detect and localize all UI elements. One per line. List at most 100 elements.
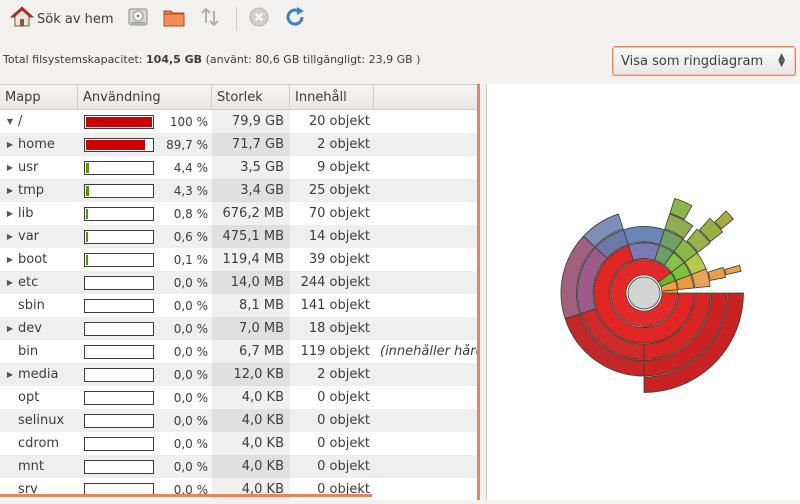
folder-name: usr [18,160,39,175]
ring-segment[interactable] [707,266,726,281]
folder-cell: ▶ var [0,229,78,244]
table-row[interactable]: ▶ usr 4,4 % 3,5 GB 9 objekt [0,156,480,179]
capacity-details: (använt: 80,6 GB tillgängligt: 23,9 GB ) [205,53,421,66]
table-row[interactable]: ▶ lib 0,8 % 676,2 MB 70 objekt [0,202,480,225]
size-cell: 3,4 GB [212,179,290,202]
usage-percent: 100 % [169,114,208,129]
content-cell: 244 objekt [300,275,370,290]
expander-closed-icon[interactable]: ▶ [2,324,18,333]
pane-splitter[interactable] [477,84,480,500]
usage-bar [84,206,154,221]
folder-name: media [18,367,59,382]
content-cell: 0 objekt [317,459,370,474]
usage-percent: 0,0 % [173,459,208,474]
folder-name: dev [18,321,42,336]
table-row[interactable]: ▶ etc 0,0 % 14,0 MB 244 objekt [0,271,480,294]
expander-closed-icon[interactable]: ▶ [2,278,18,287]
ring-segment[interactable] [628,242,660,261]
usage-cell: 0,0 % [78,367,212,382]
content-cell: 39 objekt [308,252,370,267]
size-cell: 4,0 KB [212,409,290,432]
filesystem-info: Total filsystemskapacitet: 104,5 GB (anv… [3,53,420,66]
usage-percent: 0,6 % [173,229,208,244]
size-cell: 676,2 MB [212,202,290,225]
harddisk-icon [126,5,150,33]
table-row[interactable]: ▶ dev 0,0 % 7,0 MB 18 objekt [0,317,480,340]
scan-folder-button[interactable] [158,4,190,34]
expander-closed-icon[interactable]: ▶ [2,186,18,195]
view-selector[interactable]: Visa som ringdiagram ▲ ▼ [612,46,796,76]
folder-cell: ▶ home [0,137,78,152]
usage-percent: 0,0 % [173,367,208,382]
usage-bar [84,137,154,152]
table-row[interactable]: ▼/ 100 % 79,9 GB 20 objekt [0,110,480,133]
usage-bar-fill [86,162,89,173]
content-cell: 2 objekt [317,367,370,382]
content-cell: 119 objekt [300,344,370,359]
content-cell: 9 objekt [317,160,370,175]
usage-percent: 0,0 % [173,344,208,359]
column-header-usage[interactable]: Användning [78,85,212,109]
column-header-folder[interactable]: Mapp [0,85,78,109]
usage-bar-fill [86,185,89,196]
folder-cell: ▶ tmp [0,183,78,198]
usage-bar [84,459,154,474]
content-cell: 25 objekt [308,183,370,198]
scan-remote-button[interactable] [194,4,226,34]
scan-home-label: Sök av hem [37,11,114,27]
expander-closed-icon[interactable]: ▶ [2,255,18,264]
table-row[interactable]: sbin 0,0 % 8,1 MB 141 objekt [0,294,480,317]
content-cell: 0 objekt [317,390,370,405]
content-cell: 141 objekt [300,298,370,313]
table-row[interactable]: ▶ boot 0,1 % 119,4 MB 39 objekt [0,248,480,271]
size-cell: 4,0 KB [212,386,290,409]
stop-button[interactable] [243,4,275,34]
expander-closed-icon[interactable]: ▶ [2,370,18,379]
usage-cell: 0,0 % [78,413,212,428]
usage-percent: 0,0 % [173,436,208,451]
capacity-value: 104,5 GB [146,53,203,66]
usage-percent: 0,0 % [173,321,208,336]
usage-bar [84,229,154,244]
transfer-icon [198,5,222,33]
ring-chart[interactable] [487,84,800,500]
ring-center[interactable] [627,276,661,310]
folder-cell: cdrom [0,436,78,451]
ring-segment[interactable] [622,226,666,245]
usage-percent: 0,0 % [173,413,208,428]
table-row[interactable]: mnt 0,0 % 4,0 KB 0 objekt [0,455,480,478]
table-row[interactable]: bin 0,0 % 6,7 MB 119 objekt (innehåller hård [0,340,480,363]
size-cell: 119,4 MB [212,248,290,271]
expander-closed-icon[interactable]: ▶ [2,209,18,218]
scan-filesystem-button[interactable] [122,4,154,34]
folder-cell: ▼ / [0,114,78,129]
table-row[interactable]: ▶ var 0,6 % 475,1 MB 14 objekt [0,225,480,248]
usage-cell: 0,6 % [78,229,212,244]
column-header-content[interactable]: Innehåll [290,85,374,109]
usage-percent: 4,4 % [173,160,208,175]
table-row[interactable]: cdrom 0,0 % 4,0 KB 0 objekt [0,432,480,455]
expander-closed-icon[interactable]: ▶ [2,140,18,149]
table-row[interactable]: opt 0,0 % 4,0 KB 0 objekt [0,386,480,409]
expander-open-icon[interactable]: ▼ [2,117,18,126]
tree-scroll-indicator [0,494,372,497]
usage-cell: 0,0 % [78,298,212,313]
table-row[interactable]: ▶ tmp 4,3 % 3,4 GB 25 objekt [0,179,480,202]
size-cell: 475,1 MB [212,225,290,248]
column-header-size[interactable]: Storlek [212,85,290,109]
usage-percent: 0,1 % [173,252,208,267]
table-row[interactable]: ▶ media 0,0 % 12,0 KB 2 objekt [0,363,480,386]
expander-closed-icon[interactable]: ▶ [2,232,18,241]
folder-name: etc [18,275,39,290]
usage-bar [84,183,154,198]
table-row[interactable]: ▶ home 89,7 % 71,7 GB 2 objekt [0,133,480,156]
ring-segment[interactable] [724,264,742,276]
usage-bar [84,160,154,175]
usage-bar-fill [86,231,88,242]
refresh-button[interactable] [279,4,311,34]
scan-home-button[interactable]: Sök av hem [6,4,118,34]
table-row[interactable]: selinux 0,0 % 4,0 KB 0 objekt [0,409,480,432]
expander-closed-icon[interactable]: ▶ [2,163,18,172]
usage-percent: 4,3 % [173,183,208,198]
folder-name: selinux [18,413,65,428]
